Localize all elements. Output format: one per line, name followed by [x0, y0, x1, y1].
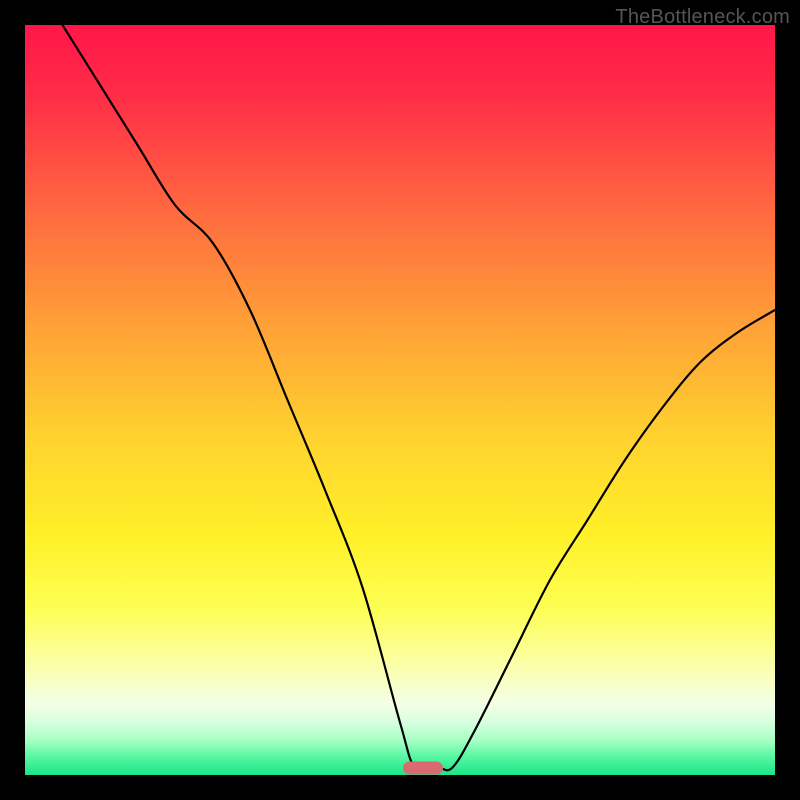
optimal-marker [403, 761, 443, 774]
bottleneck-curve [25, 25, 775, 775]
watermark-text: TheBottleneck.com [615, 6, 790, 29]
chart-frame: TheBottleneck.com [0, 0, 800, 800]
plot-area [25, 25, 775, 775]
